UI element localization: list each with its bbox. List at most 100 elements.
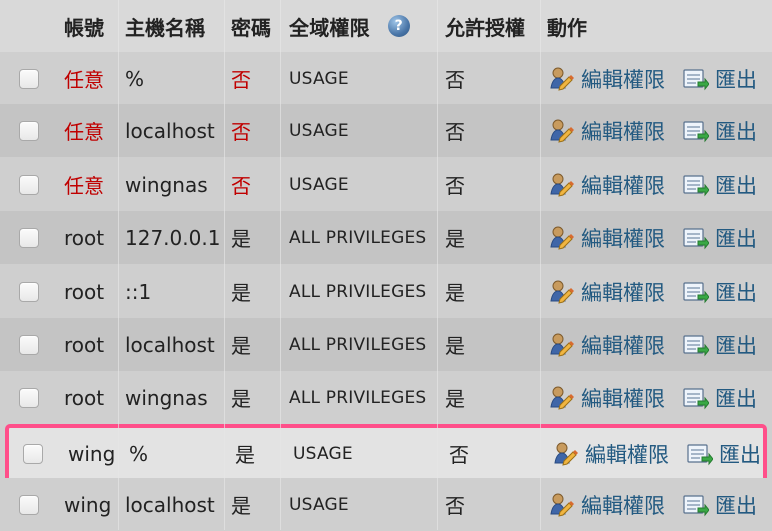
user-edit-icon bbox=[547, 384, 575, 412]
grant-cell: 是 bbox=[445, 227, 465, 251]
row-checkbox[interactable] bbox=[19, 387, 39, 408]
export-link[interactable]: 匯出 bbox=[681, 64, 757, 94]
edit-privileges-link[interactable]: 編輯權限 bbox=[547, 330, 665, 360]
row-checkbox[interactable] bbox=[19, 334, 39, 355]
row-select-cell[interactable] bbox=[0, 265, 58, 318]
row-select-cell[interactable] bbox=[0, 104, 58, 157]
edit-privileges-link[interactable]: 編輯權限 bbox=[551, 439, 669, 469]
table-row[interactable]: root ::1 是 ALL PRIVILEGES 是 編輯權限 匯出 bbox=[0, 265, 772, 318]
table-row[interactable]: root wingnas 是 ALL PRIVILEGES 是 編輯權限 匯出 bbox=[0, 371, 772, 424]
export-link[interactable]: 匯出 bbox=[681, 223, 757, 253]
edit-privileges-link[interactable]: 編輯權限 bbox=[547, 116, 665, 146]
column-divider bbox=[280, 0, 281, 530]
row-checkbox[interactable] bbox=[19, 281, 39, 302]
account-cell: root bbox=[64, 332, 105, 357]
edit-privileges-label: 編輯權限 bbox=[581, 226, 665, 251]
global-privileges-cell: USAGE bbox=[289, 174, 349, 195]
password-status-cell: 是 bbox=[231, 227, 251, 251]
row-select-cell[interactable] bbox=[0, 478, 58, 531]
account-cell: 任意 bbox=[64, 120, 104, 144]
edit-privileges-link[interactable]: 編輯權限 bbox=[547, 277, 665, 307]
help-icon[interactable]: ? bbox=[387, 15, 410, 37]
header-checkbox-column bbox=[0, 0, 58, 52]
export-link[interactable]: 匯出 bbox=[681, 490, 757, 520]
user-edit-icon bbox=[547, 278, 575, 306]
edit-privileges-label: 編輯權限 bbox=[581, 493, 665, 518]
actions-cell: 編輯權限 匯出 bbox=[540, 371, 772, 424]
edit-privileges-link[interactable]: 編輯權限 bbox=[547, 490, 665, 520]
global-privileges-cell: USAGE bbox=[289, 68, 349, 89]
edit-privileges-label: 編輯權限 bbox=[581, 333, 665, 358]
table-row[interactable]: wing localhost 是 USAGE 否 編輯權限 匯出 bbox=[0, 478, 772, 531]
host-cell: localhost bbox=[125, 492, 215, 517]
table-row[interactable]: 任意 % 否 USAGE 否 編輯權限 匯出 bbox=[0, 52, 772, 105]
row-checkbox[interactable] bbox=[19, 227, 39, 248]
table-row[interactable]: 任意 localhost 否 USAGE 否 編輯權限 匯出 bbox=[0, 104, 772, 157]
export-link[interactable]: 匯出 bbox=[681, 170, 757, 200]
export-link[interactable]: 匯出 bbox=[681, 116, 757, 146]
password-status-cell: 否 bbox=[231, 174, 251, 198]
export-icon bbox=[681, 491, 709, 519]
row-select-cell[interactable] bbox=[4, 428, 62, 479]
export-link[interactable]: 匯出 bbox=[681, 383, 757, 413]
row-checkbox[interactable] bbox=[23, 443, 43, 464]
row-select-cell[interactable] bbox=[0, 371, 58, 424]
host-cell: localhost bbox=[125, 118, 215, 143]
edit-privileges-label: 編輯權限 bbox=[581, 67, 665, 92]
actions-cell: 編輯權限 匯出 bbox=[540, 104, 772, 157]
actions-cell: 編輯權限 匯出 bbox=[540, 478, 772, 531]
password-status-cell: 否 bbox=[231, 120, 251, 144]
edit-privileges-label: 編輯權限 bbox=[585, 442, 669, 467]
password-status-cell: 是 bbox=[231, 334, 251, 358]
export-label: 匯出 bbox=[715, 119, 757, 144]
header-global-privileges-label: 全域權限 bbox=[289, 15, 370, 40]
account-cell: wing bbox=[68, 441, 116, 466]
user-edit-icon bbox=[551, 440, 579, 468]
export-icon bbox=[681, 278, 709, 306]
header-account[interactable]: 帳號 bbox=[58, 0, 118, 52]
row-select-cell[interactable] bbox=[0, 52, 58, 105]
grant-cell: 否 bbox=[445, 494, 465, 518]
export-icon bbox=[681, 117, 709, 145]
edit-privileges-link[interactable]: 編輯權限 bbox=[547, 223, 665, 253]
export-link[interactable]: 匯出 bbox=[681, 330, 757, 360]
global-privileges-cell: ALL PRIVILEGES bbox=[289, 387, 427, 408]
export-link[interactable]: 匯出 bbox=[685, 439, 761, 469]
global-privileges-cell: USAGE bbox=[293, 443, 353, 464]
header-grant[interactable]: 允許授權 bbox=[437, 0, 540, 52]
export-label: 匯出 bbox=[715, 333, 757, 358]
row-checkbox[interactable] bbox=[19, 120, 39, 141]
export-label: 匯出 bbox=[715, 67, 757, 92]
user-edit-icon bbox=[547, 224, 575, 252]
export-icon bbox=[681, 171, 709, 199]
row-select-cell[interactable] bbox=[0, 318, 58, 371]
table-row[interactable]: 任意 wingnas 否 USAGE 否 編輯權限 匯出 bbox=[0, 158, 772, 211]
export-label: 匯出 bbox=[715, 386, 757, 411]
export-icon bbox=[681, 384, 709, 412]
account-cell: 任意 bbox=[64, 174, 104, 198]
host-cell: wingnas bbox=[125, 172, 208, 197]
edit-privileges-link[interactable]: 編輯權限 bbox=[547, 383, 665, 413]
header-password[interactable]: 密碼 bbox=[224, 0, 280, 52]
table-row[interactable]: root localhost 是 ALL PRIVILEGES 是 編輯權限 匯… bbox=[0, 318, 772, 371]
row-checkbox[interactable] bbox=[19, 174, 39, 195]
header-host[interactable]: 主機名稱 bbox=[118, 0, 224, 52]
edit-privileges-link[interactable]: 編輯權限 bbox=[547, 64, 665, 94]
row-select-cell[interactable] bbox=[0, 211, 58, 264]
edit-privileges-link[interactable]: 編輯權限 bbox=[547, 170, 665, 200]
export-link[interactable]: 匯出 bbox=[681, 277, 757, 307]
header-action: 動作 bbox=[547, 15, 587, 40]
actions-cell: 編輯權限 匯出 bbox=[540, 52, 772, 105]
global-privileges-cell: ALL PRIVILEGES bbox=[289, 227, 427, 248]
row-checkbox[interactable] bbox=[19, 494, 39, 515]
row-select-cell[interactable] bbox=[0, 158, 58, 211]
actions-cell: 編輯權限 匯出 bbox=[540, 158, 772, 211]
header-global-privileges[interactable]: 全域權限 ? bbox=[280, 0, 437, 52]
edit-privileges-label: 編輯權限 bbox=[581, 173, 665, 198]
account-cell: root bbox=[64, 225, 105, 250]
table-row[interactable]: wing % 是 USAGE 否 編輯權限 匯出 bbox=[5, 424, 767, 483]
global-privileges-cell: USAGE bbox=[289, 494, 349, 515]
table-row[interactable]: root 127.0.0.1 是 ALL PRIVILEGES 是 編輯權限 匯… bbox=[0, 211, 772, 264]
column-divider bbox=[437, 0, 438, 530]
row-checkbox[interactable] bbox=[19, 68, 39, 89]
